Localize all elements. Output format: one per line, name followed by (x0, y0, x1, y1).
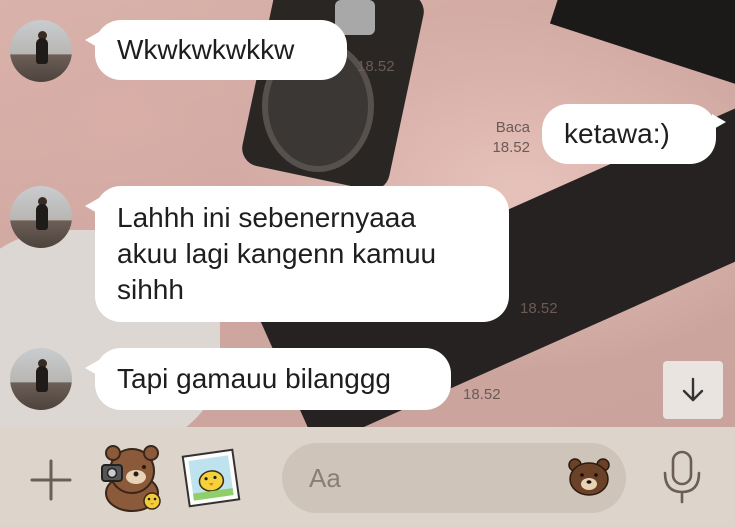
message-time: 18.52 (463, 386, 501, 403)
photo-sticker-button[interactable] (180, 447, 242, 509)
avatar-photo (36, 366, 48, 392)
arrow-down-icon (682, 377, 704, 402)
add-attachment-button[interactable] (26, 455, 76, 505)
avatar[interactable] (10, 20, 72, 82)
message-bubble[interactable]: Tapi gamauu bilanggg (85, 348, 451, 410)
message-input-placeholder: Aa (309, 463, 341, 493)
message-text-line: sihhh (117, 274, 184, 305)
scroll-to-bottom-button[interactable] (663, 361, 723, 419)
read-receipt: Baca 18.52 (478, 118, 530, 158)
message-text-line: akuu lagi kangenn kamuu (117, 238, 437, 269)
avatar-photo (36, 204, 48, 230)
avatar-photo (36, 38, 48, 64)
photo-sticker-icon (181, 448, 241, 508)
voice-message-button[interactable] (660, 449, 704, 505)
message-bubble[interactable]: Wkwkwkwkkw (85, 20, 347, 80)
sticker-button[interactable] (96, 441, 168, 513)
message-text: ketawa:) (564, 118, 670, 149)
message-time: 18.52 (492, 139, 530, 156)
read-label: Baca (495, 119, 530, 136)
bear-sticker-icon (101, 445, 161, 512)
background-photo-area (549, 0, 735, 92)
bear-face-icon (568, 458, 610, 496)
plus-icon (30, 459, 72, 501)
message-time: 18.52 (357, 58, 395, 75)
message-time: 18.52 (520, 300, 558, 317)
message-text: Tapi gamauu bilanggg (117, 363, 391, 394)
avatar[interactable] (10, 348, 72, 410)
message-bubble[interactable]: Lahhh ini sebenernyaaa akuu lagi kangenn… (85, 186, 509, 322)
message-bubble[interactable]: ketawa:) (542, 104, 726, 164)
microphone-icon (663, 450, 701, 504)
avatar[interactable] (10, 186, 72, 248)
message-composer-bar: Aa (0, 427, 735, 527)
message-text-line: Lahhh ini sebenernyaaa (117, 202, 416, 233)
emoji-button[interactable] (567, 457, 611, 497)
message-text: Wkwkwkwkkw (117, 34, 295, 65)
